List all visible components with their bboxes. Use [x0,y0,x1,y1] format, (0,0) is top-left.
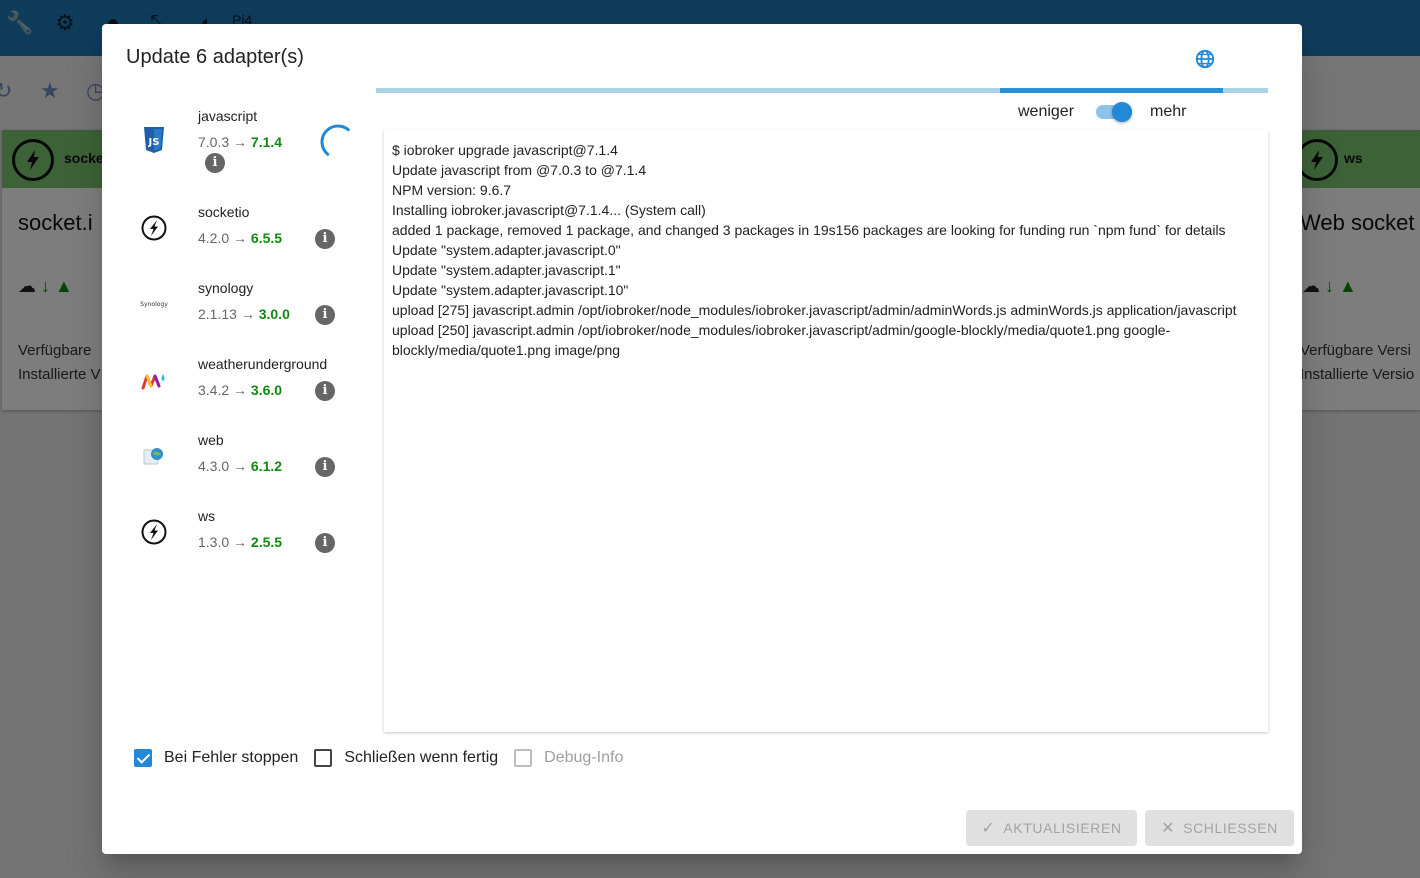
synology-logo-icon: Synology [138,288,170,320]
version-arrow: → [233,382,248,398]
update-button[interactable]: ✓ AKTUALISIEREN [966,810,1137,846]
close-icon: ✕ [1161,820,1176,837]
debug-info-checkbox: Debug-Info [514,749,623,767]
adapter-name: weatherunderground [198,356,328,372]
log-line: Update "system.adapter.javascript.0" [392,242,621,258]
log-line: Update "system.adapter.javascript.10" [392,282,629,298]
checkbox-label: Bei Fehler stoppen [164,749,299,766]
new-version: 2.5.5 [250,534,283,550]
log-detail-toggle: weniger mehr [1018,100,1186,124]
adapter-item-web: web 4.3.0 → 6.1.2 i [132,432,362,502]
old-version: 4.3.0 [198,458,230,474]
log-line: added 1 package, removed 1 package, and … [392,222,1226,238]
log-detail-switch[interactable] [1094,100,1134,124]
progress-indicator [1000,88,1224,93]
log-line: upload [250] javascript.admin /opt/iobro… [392,322,1171,358]
new-version: 6.1.2 [250,458,283,474]
svg-text:JS: JS [148,137,160,148]
update-log[interactable]: $ iobroker upgrade javascript@7.1.4 Upda… [384,130,1268,732]
log-line: Update javascript from @7.0.3 to @7.1.4 [392,162,647,178]
synology-logo-text: Synology [140,300,168,308]
adapter-name: web [198,432,224,448]
adapter-item-ws: ws 1.3.0 → 2.5.5 i [132,508,362,578]
checkbox-disabled-icon [514,749,533,767]
new-version: 6.5.5 [250,230,283,246]
adapter-item-weatherunderground: weatherunderground 3.4.2 → 3.6.0 i [132,356,362,426]
weatherunderground-logo-icon [138,366,170,398]
version-arrow: → [240,306,255,322]
close-when-done-checkbox[interactable]: Schließen wenn fertig [314,749,498,767]
version-arrow: → [233,230,248,246]
adapter-name: javascript [198,108,258,124]
checkbox-label: Debug-Info [544,749,624,766]
check-icon: ✓ [981,820,996,837]
update-adapters-dialog: Update 6 adapter(s) weniger mehr JS java… [102,24,1302,854]
adapter-version: 4.3.0 → 6.1.2 [198,458,282,474]
adapter-version: 1.3.0 → 2.5.5 [198,534,282,550]
log-line: Update "system.adapter.javascript.1" [392,262,621,278]
update-progress-bar [376,88,1268,93]
switch-thumb[interactable] [1112,102,1133,122]
options-row: Bei Fehler stoppen Schließen wenn fertig… [134,746,639,770]
version-arrow: → [233,458,248,474]
web-logo-icon [138,440,170,472]
old-version: 1.3.0 [198,534,230,550]
checkbox-unchecked-icon[interactable] [314,749,333,767]
version-arrow: → [233,134,248,150]
info-icon[interactable]: i [315,457,335,477]
new-version: 7.1.4 [250,134,283,150]
checkbox-checked-icon[interactable] [134,749,152,767]
info-icon[interactable]: i [315,533,335,553]
dialog-title: Update 6 adapter(s) [126,46,304,68]
log-line: Installing iobroker.javascript@7.1.4... … [392,202,706,218]
adapter-name: ws [198,508,216,524]
adapter-name: socketio [198,204,250,220]
info-icon[interactable]: i [315,229,335,249]
info-icon[interactable]: i [205,153,225,173]
log-line: $ iobroker upgrade javascript@7.1.4 [392,142,618,158]
adapter-version: 4.2.0 → 6.5.5 [198,230,282,246]
log-line: upload [275] javascript.admin /opt/iobro… [392,302,1237,318]
close-button-label: SCHLIESSEN [1183,820,1278,836]
socketio-logo-icon [138,212,170,244]
version-arrow: → [233,534,248,550]
loading-spinner-icon [320,124,350,156]
checkbox-label: Schließen wenn fertig [344,749,499,766]
toggle-more-label: mehr [1150,103,1187,120]
ws-logo-icon [138,516,170,548]
old-version: 4.2.0 [198,230,230,246]
adapter-item-synology: Synology synology 2.1.13 → 3.0.0 i [132,280,362,350]
old-version: 2.1.13 [198,306,237,322]
stop-on-error-checkbox[interactable]: Bei Fehler stoppen [134,749,298,767]
adapter-name: synology [198,280,254,296]
update-button-label: AKTUALISIEREN [1003,820,1122,836]
javascript-logo-icon: JS [138,124,170,156]
toggle-less-label: weniger [1018,103,1075,120]
old-version: 3.4.2 [198,382,230,398]
adapter-version: 7.0.3 → 7.1.4 [198,134,282,150]
close-button[interactable]: ✕ SCHLIESSEN [1145,810,1294,846]
info-icon[interactable]: i [315,305,335,325]
globe-icon[interactable] [1194,48,1216,70]
adapter-item-socketio: socketio 4.2.0 → 6.5.5 i [132,204,362,274]
adapter-version: 3.4.2 → 3.6.0 [198,382,282,398]
new-version: 3.6.0 [250,382,283,398]
new-version: 3.0.0 [258,306,290,322]
old-version: 7.0.3 [198,134,230,150]
info-icon[interactable]: i [315,381,335,401]
log-line: NPM version: 9.6.7 [392,182,512,198]
adapter-version: 2.1.13 → 3.0.0 [198,306,290,322]
